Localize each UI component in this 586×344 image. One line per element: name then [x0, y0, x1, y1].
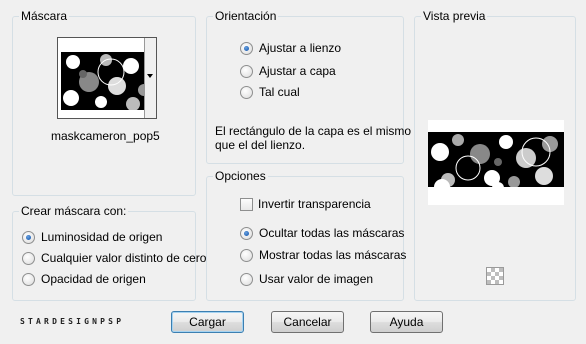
- radio-fit-canvas[interactable]: Ajustar a lienzo: [240, 41, 341, 55]
- cancel-button[interactable]: Cancelar: [271, 311, 344, 333]
- radio-circle[interactable]: [22, 251, 35, 265]
- radio-circle[interactable]: [22, 230, 35, 244]
- create-mask-group: Crear máscara con: Luminosidad de origen…: [12, 204, 206, 301]
- preview-group: Vista previa: [414, 9, 576, 301]
- radio-image-value[interactable]: Usar valor de imagen: [240, 272, 373, 286]
- radio-label: Tal cual: [259, 85, 300, 99]
- options-title: Opciones: [213, 169, 268, 183]
- radio-nonzero[interactable]: Cualquier valor distinto de cero: [22, 251, 206, 265]
- radio-label: Opacidad de origen: [41, 272, 146, 286]
- brand-logo: STARDESIGNPSP: [20, 317, 125, 326]
- checkbox-label: Invertir transparencia: [258, 197, 371, 211]
- preview-image: [428, 132, 564, 192]
- radio-circle[interactable]: [240, 248, 253, 262]
- mask-dropdown-arrow[interactable]: [144, 38, 156, 118]
- radio-circle[interactable]: [240, 64, 253, 78]
- orientation-note-line2: que el del lienzo.: [215, 138, 306, 152]
- radio-circle[interactable]: [240, 41, 253, 55]
- load-button[interactable]: Cargar: [171, 311, 244, 333]
- mask-group: Máscara maskcameron_pop5: [12, 9, 196, 196]
- radio-as-is[interactable]: Tal cual: [240, 85, 300, 99]
- radio-hide-masks[interactable]: Ocultar todas las máscaras: [240, 226, 404, 240]
- radio-circle[interactable]: [240, 226, 253, 240]
- mask-thumbnail: [61, 52, 151, 110]
- mask-group-title: Máscara: [19, 9, 70, 23]
- mask-selector[interactable]: [57, 37, 157, 119]
- preview-panel: [428, 120, 564, 205]
- radio-fit-layer[interactable]: Ajustar a capa: [240, 64, 336, 78]
- orientation-group: Orientación Ajustar a lienzo Ajustar a c…: [206, 9, 411, 164]
- chevron-down-icon: [147, 74, 153, 78]
- radio-label: Ajustar a lienzo: [259, 41, 342, 55]
- radio-opacity[interactable]: Opacidad de origen: [22, 272, 146, 286]
- radio-luminosity[interactable]: Luminosidad de origen: [22, 230, 162, 244]
- radio-label: Ajustar a capa: [259, 64, 336, 78]
- options-group: Opciones Invertir transparencia Ocultar …: [206, 169, 406, 301]
- radio-label: Mostrar todas las máscaras: [259, 248, 407, 262]
- radio-label: Luminosidad de origen: [41, 230, 163, 244]
- radio-label: Ocultar todas las máscaras: [259, 226, 405, 240]
- create-mask-title: Crear máscara con:: [19, 204, 129, 218]
- invert-transparency-checkbox[interactable]: Invertir transparencia: [240, 197, 371, 211]
- radio-show-masks[interactable]: Mostrar todas las máscaras: [240, 248, 406, 262]
- checkbox-box[interactable]: [240, 197, 253, 211]
- orientation-note-line1: El rectángulo de la capa es el mismo: [215, 124, 412, 138]
- help-button[interactable]: Ayuda: [370, 311, 443, 333]
- radio-circle[interactable]: [22, 272, 35, 286]
- radio-circle[interactable]: [240, 85, 253, 99]
- radio-label: Usar valor de imagen: [259, 272, 374, 286]
- preview-title: Vista previa: [421, 9, 488, 23]
- mask-name: maskcameron_pop5: [51, 129, 160, 143]
- radio-label: Cualquier valor distinto de cero: [41, 251, 207, 265]
- radio-circle[interactable]: [240, 272, 253, 286]
- orientation-title: Orientación: [213, 9, 279, 23]
- checkerboard-icon[interactable]: [486, 267, 504, 285]
